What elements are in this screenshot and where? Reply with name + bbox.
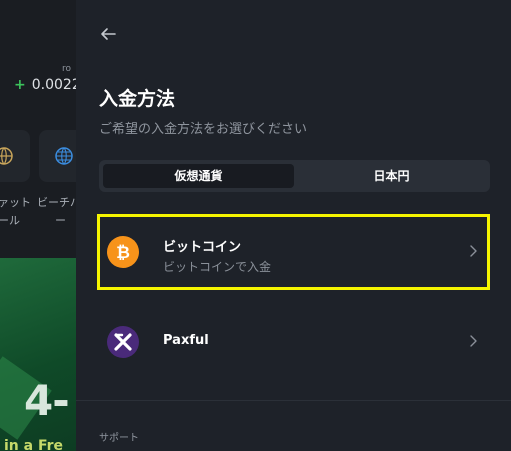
deposit-panel: 入金方法 ご希望の入金方法をお選びください 仮想通貨 日本円 ₿ ビットコイン … bbox=[76, 0, 511, 451]
tile-label-1a: ァット bbox=[0, 196, 31, 209]
chevron-right-icon bbox=[470, 245, 477, 257]
svg-text:₿: ₿ bbox=[116, 243, 130, 263]
page-subtitle: ご希望の入金方法をお選びください bbox=[99, 122, 308, 137]
currency-tabs: 仮想通貨 日本円 bbox=[99, 160, 490, 192]
banner-headline: 4- bbox=[24, 376, 70, 425]
tile-label-1b: ール bbox=[0, 214, 20, 227]
method-description: ビットコインで入金 bbox=[163, 260, 272, 274]
paxful-icon bbox=[107, 326, 139, 358]
tab-jpy[interactable]: 日本円 bbox=[297, 164, 486, 188]
tile-label-2a: ビーチバ bbox=[37, 196, 76, 209]
divider bbox=[76, 400, 511, 401]
globe-grid-icon bbox=[55, 147, 73, 165]
balance-value: 0.0022 bbox=[31, 77, 76, 93]
method-paxful[interactable]: Paxful bbox=[99, 306, 490, 378]
promo-banner: 4- in a Fre bbox=[0, 258, 76, 451]
page-title: 入金方法 bbox=[99, 88, 176, 110]
back-arrow-icon[interactable] bbox=[96, 22, 120, 46]
method-name: Paxful bbox=[163, 333, 209, 348]
background-small-label: ro bbox=[62, 64, 72, 74]
banner-subline: in a Fre bbox=[4, 438, 64, 451]
tab-crypto[interactable]: 仮想通貨 bbox=[103, 164, 294, 188]
support-label: サポート bbox=[99, 433, 139, 444]
balance-plus-sign: + bbox=[14, 77, 26, 93]
method-name: ビットコイン bbox=[163, 240, 242, 255]
globe-icon bbox=[0, 147, 13, 165]
tile-label-2b: ー bbox=[55, 214, 66, 227]
bitcoin-icon: ₿ bbox=[107, 236, 139, 268]
chevron-right-icon bbox=[470, 335, 477, 347]
background-page: ro +0.0022 ァット ール ビーチバ ー 4- in a Fre bbox=[0, 0, 76, 451]
background-balance: +0.0022 bbox=[14, 77, 76, 93]
method-bitcoin[interactable]: ₿ ビットコイン ビットコインで入金 bbox=[99, 216, 490, 288]
